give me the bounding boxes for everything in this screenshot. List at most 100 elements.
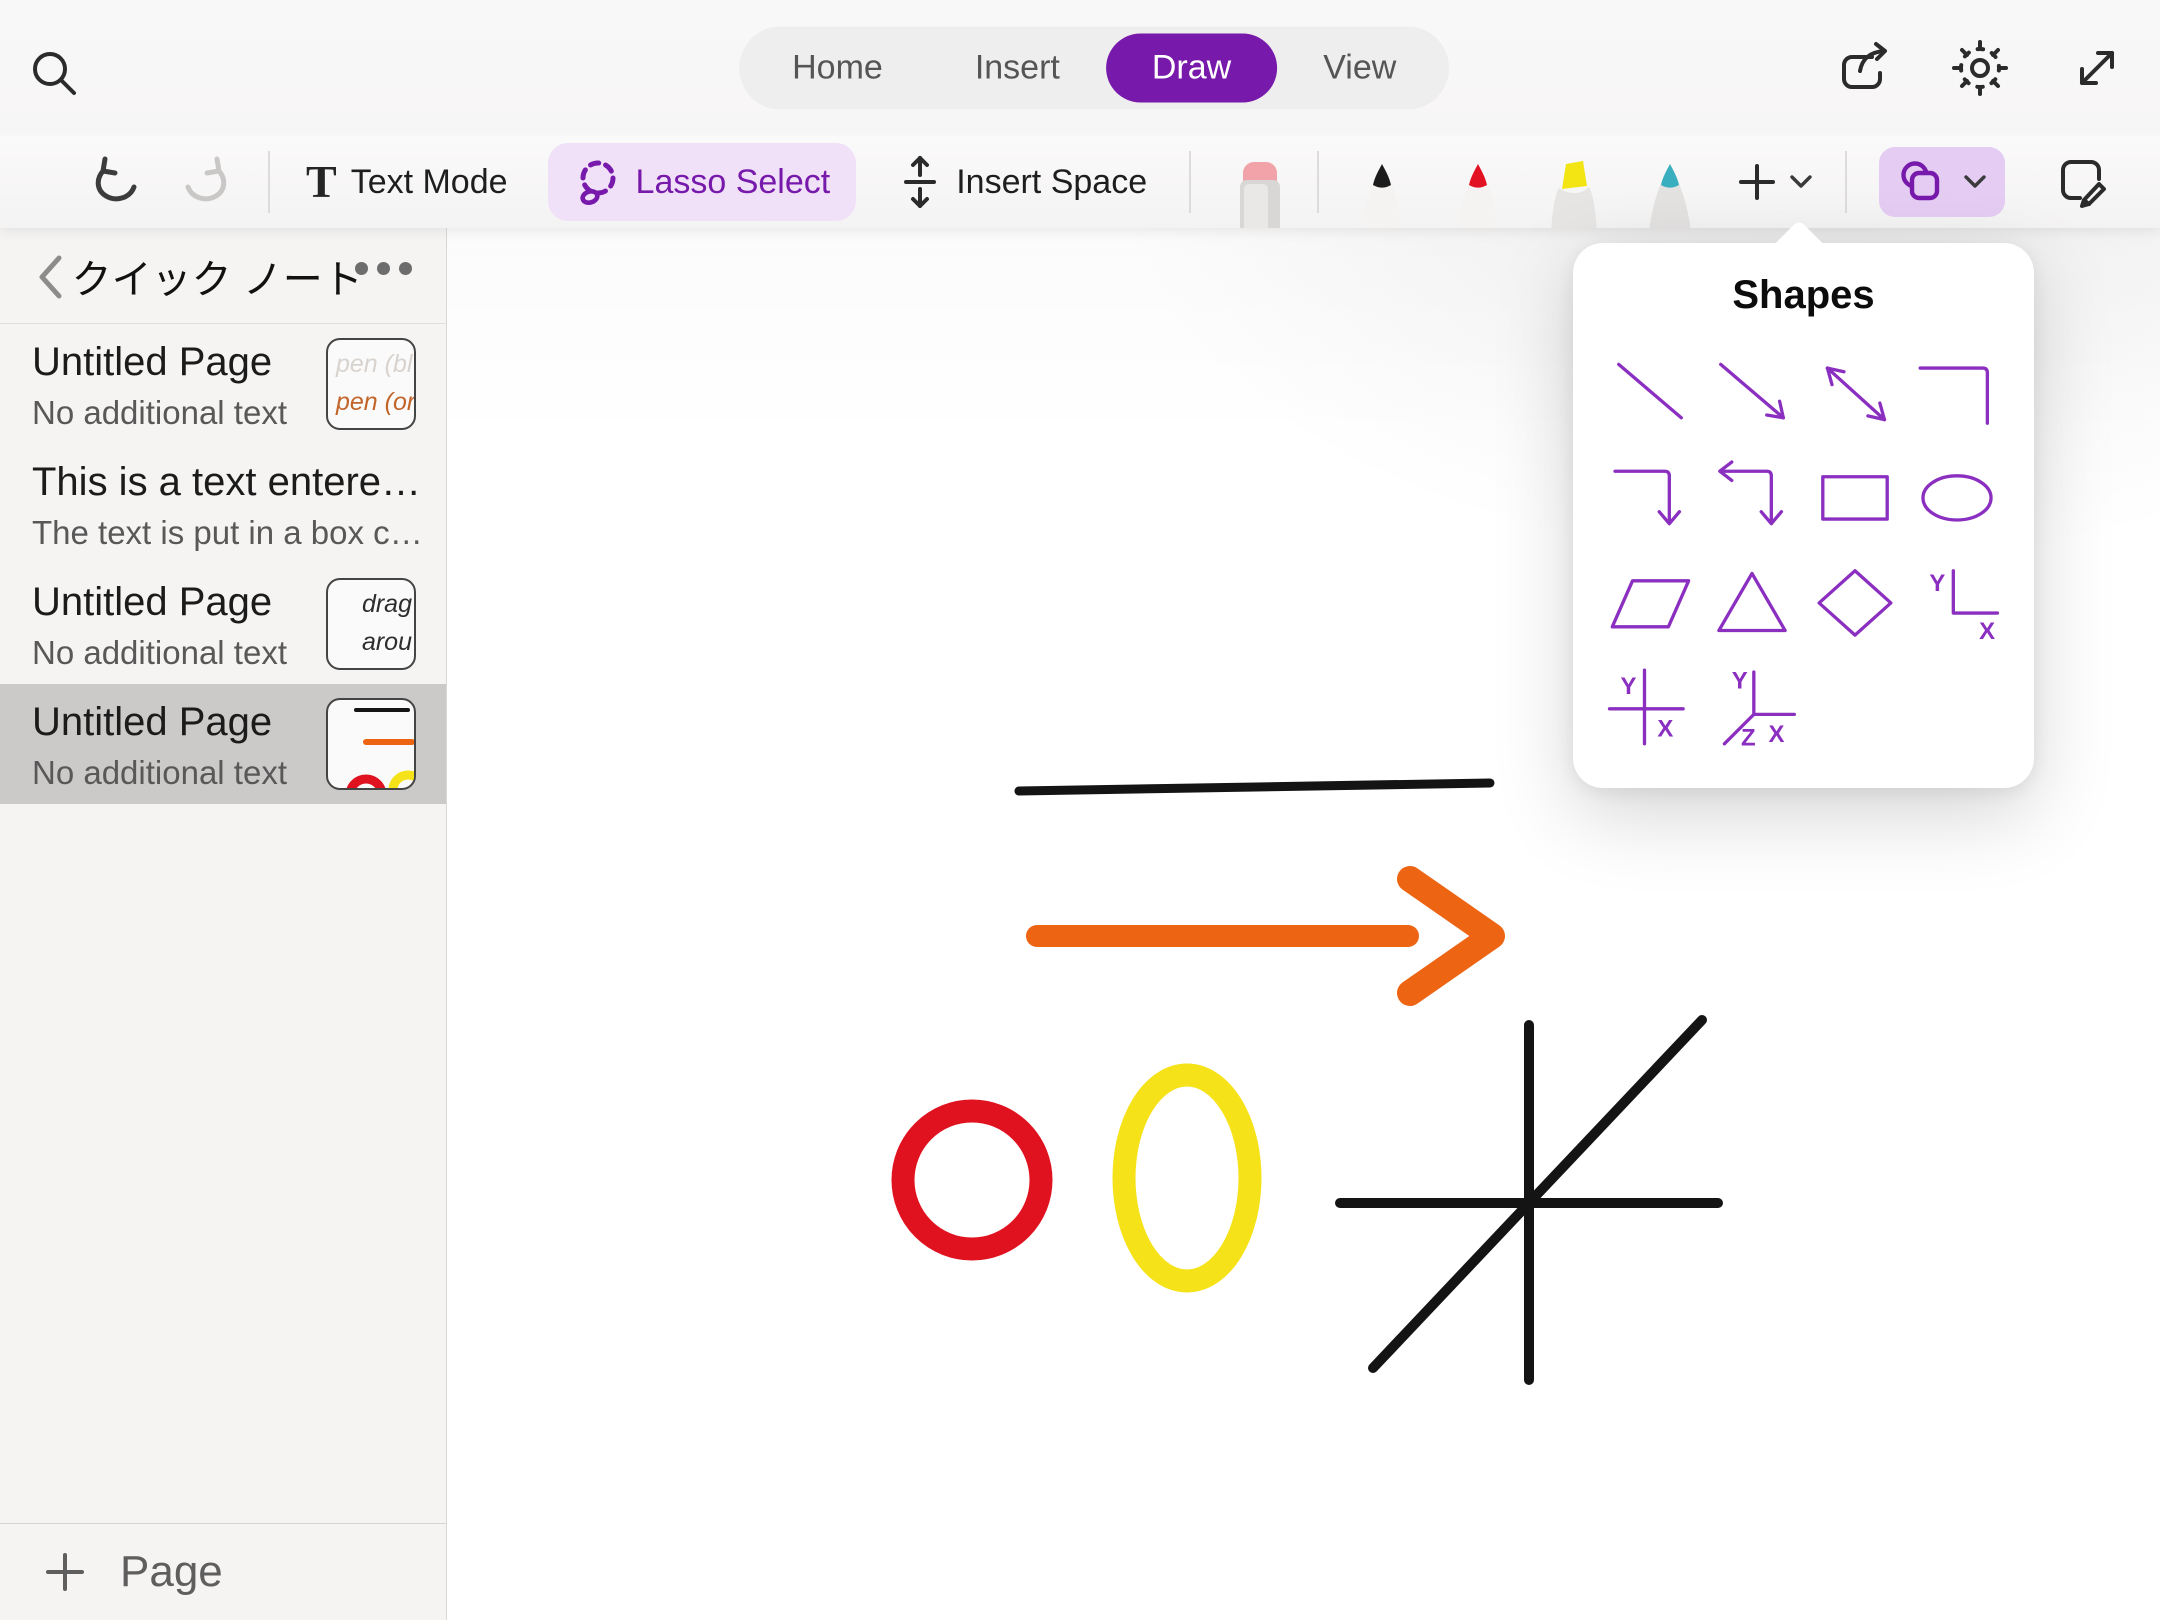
search-icon (26, 45, 84, 103)
svg-text:X: X (1657, 715, 1673, 742)
undo-button[interactable] (88, 154, 144, 210)
sidebar-footer: Page (0, 1523, 446, 1620)
divider (268, 151, 270, 213)
insert-space-button[interactable]: Insert Space (898, 153, 1147, 211)
pen-galaxy-pencil[interactable] (1637, 136, 1703, 228)
undo-icon (88, 154, 144, 210)
shape-diamond[interactable] (1804, 549, 1906, 654)
diagonal-double-arrow-icon (1809, 346, 1901, 438)
shape-diagonal-arrow[interactable] (1701, 339, 1803, 444)
red-pen-icon (1445, 160, 1511, 228)
text-mode-icon: T (306, 159, 337, 205)
shapes-popover-title: Shapes (1573, 273, 2034, 318)
note-pen-icon (2053, 153, 2111, 211)
page-thumbnail (326, 698, 416, 790)
shapes-grid: Y X Y X Y Z X (1599, 339, 2008, 759)
page-list-item[interactable]: This is a text entered in... The text is… (0, 444, 446, 564)
back-button[interactable] (36, 254, 64, 300)
plus-icon (1735, 160, 1779, 204)
page-list-item[interactable]: Untitled Page No additional text drag ar… (0, 564, 446, 684)
galaxy-pencil-icon (1637, 160, 1703, 228)
shape-ellipse[interactable] (1906, 444, 2008, 549)
triangle-icon (1706, 556, 1798, 648)
page-subtitle: No additional text (32, 634, 287, 672)
shape-diagonal-line[interactable] (1599, 339, 1701, 444)
tab-insert[interactable]: Insert (929, 34, 1106, 103)
window-actions (1834, 0, 2126, 136)
shape-axes-cross[interactable]: Y X (1599, 654, 1701, 759)
expand-icon (2068, 39, 2126, 97)
lasso-select-button[interactable]: Lasso Select (548, 143, 857, 221)
page-list-item-selected[interactable]: Untitled Page No additional text (0, 684, 446, 804)
insert-space-icon (898, 153, 942, 211)
lasso-icon (574, 157, 622, 207)
divider (1189, 151, 1191, 213)
shape-elbow-double-arrow[interactable] (1701, 444, 1803, 549)
shape-diagonal-double-arrow[interactable] (1804, 339, 1906, 444)
rectangle-icon (1809, 451, 1901, 543)
page-list-item[interactable]: Untitled Page No additional text pen (bl… (0, 324, 446, 444)
shape-parallelogram[interactable] (1599, 549, 1701, 654)
shape-axes-3d[interactable]: Y Z X (1701, 654, 1803, 759)
ink-preview (328, 700, 414, 788)
lasso-select-label: Lasso Select (636, 163, 831, 202)
share-icon (1834, 39, 1892, 97)
text-mode-label: Text Mode (351, 163, 508, 202)
ellipsis-icon (355, 262, 368, 275)
gear-icon (1950, 38, 2010, 98)
elbow-connector-icon (1911, 346, 2003, 438)
axes-3d-icon: Y Z X (1706, 661, 1798, 753)
svg-text:Y: Y (1732, 667, 1748, 694)
tab-draw[interactable]: Draw (1106, 34, 1277, 103)
pen-yellow-highlighter[interactable] (1541, 136, 1607, 228)
fullscreen-button[interactable] (2068, 39, 2126, 97)
shape-axes-l[interactable]: Y X (1906, 549, 2008, 654)
diamond-icon (1809, 556, 1901, 648)
shape-triangle[interactable] (1701, 549, 1803, 654)
diagonal-arrow-icon (1706, 346, 1798, 438)
page-subtitle: No additional text (32, 754, 287, 792)
onenote-app: クイック ノート Untitled Page No additional tex… (0, 0, 2160, 1620)
shape-elbow-connector[interactable] (1906, 339, 2008, 444)
shapes-icon (1897, 159, 1951, 205)
shapes-popover: Shapes (1573, 243, 2034, 788)
axes-l-icon: Y X (1911, 556, 2003, 648)
pen-red[interactable] (1445, 136, 1511, 228)
add-pen-button[interactable] (1735, 160, 1813, 204)
tab-home[interactable]: Home (746, 34, 929, 103)
settings-button[interactable] (1950, 38, 2010, 98)
notebook-title: クイック ノート (72, 247, 363, 305)
ink-note-button[interactable] (2053, 153, 2111, 211)
page-thumbnail: drag arou (326, 578, 416, 670)
parallelogram-icon (1604, 556, 1696, 648)
redo-button[interactable] (178, 154, 234, 210)
ellipse-icon (1911, 451, 2003, 543)
page-thumbnail: pen (bl pen (ora (326, 338, 416, 430)
page-title: Untitled Page (32, 340, 272, 385)
plus-icon (44, 1551, 86, 1593)
share-button[interactable] (1834, 39, 1892, 97)
eraser-tool[interactable] (1229, 136, 1291, 228)
page-title: Untitled Page (32, 580, 272, 625)
tab-view[interactable]: View (1277, 34, 1442, 103)
highlighter-icon (1541, 158, 1607, 228)
page-subtitle: The text is put in a box called... (32, 514, 432, 552)
text-mode-button[interactable]: T Text Mode (306, 159, 508, 205)
elbow-arrow-icon (1604, 451, 1696, 543)
shape-rectangle[interactable] (1804, 444, 1906, 549)
more-options-button[interactable] (355, 262, 412, 275)
shape-elbow-arrow[interactable] (1599, 444, 1701, 549)
diagonal-line-icon (1604, 346, 1696, 438)
add-page-button[interactable]: Page (0, 1524, 446, 1620)
search-button[interactable] (26, 44, 86, 104)
add-page-label: Page (120, 1547, 223, 1597)
chevron-down-icon (1789, 174, 1813, 190)
pen-black[interactable] (1349, 136, 1415, 228)
divider (1317, 151, 1319, 213)
svg-text:Y: Y (1929, 569, 1945, 596)
eraser-icon (1229, 158, 1291, 228)
ribbon-tabbar: Home Insert Draw View (739, 27, 1449, 110)
shapes-button[interactable] (1879, 147, 2005, 217)
page-title: This is a text entered in... (32, 460, 432, 505)
sidebar-header: クイック ノート (0, 228, 446, 324)
